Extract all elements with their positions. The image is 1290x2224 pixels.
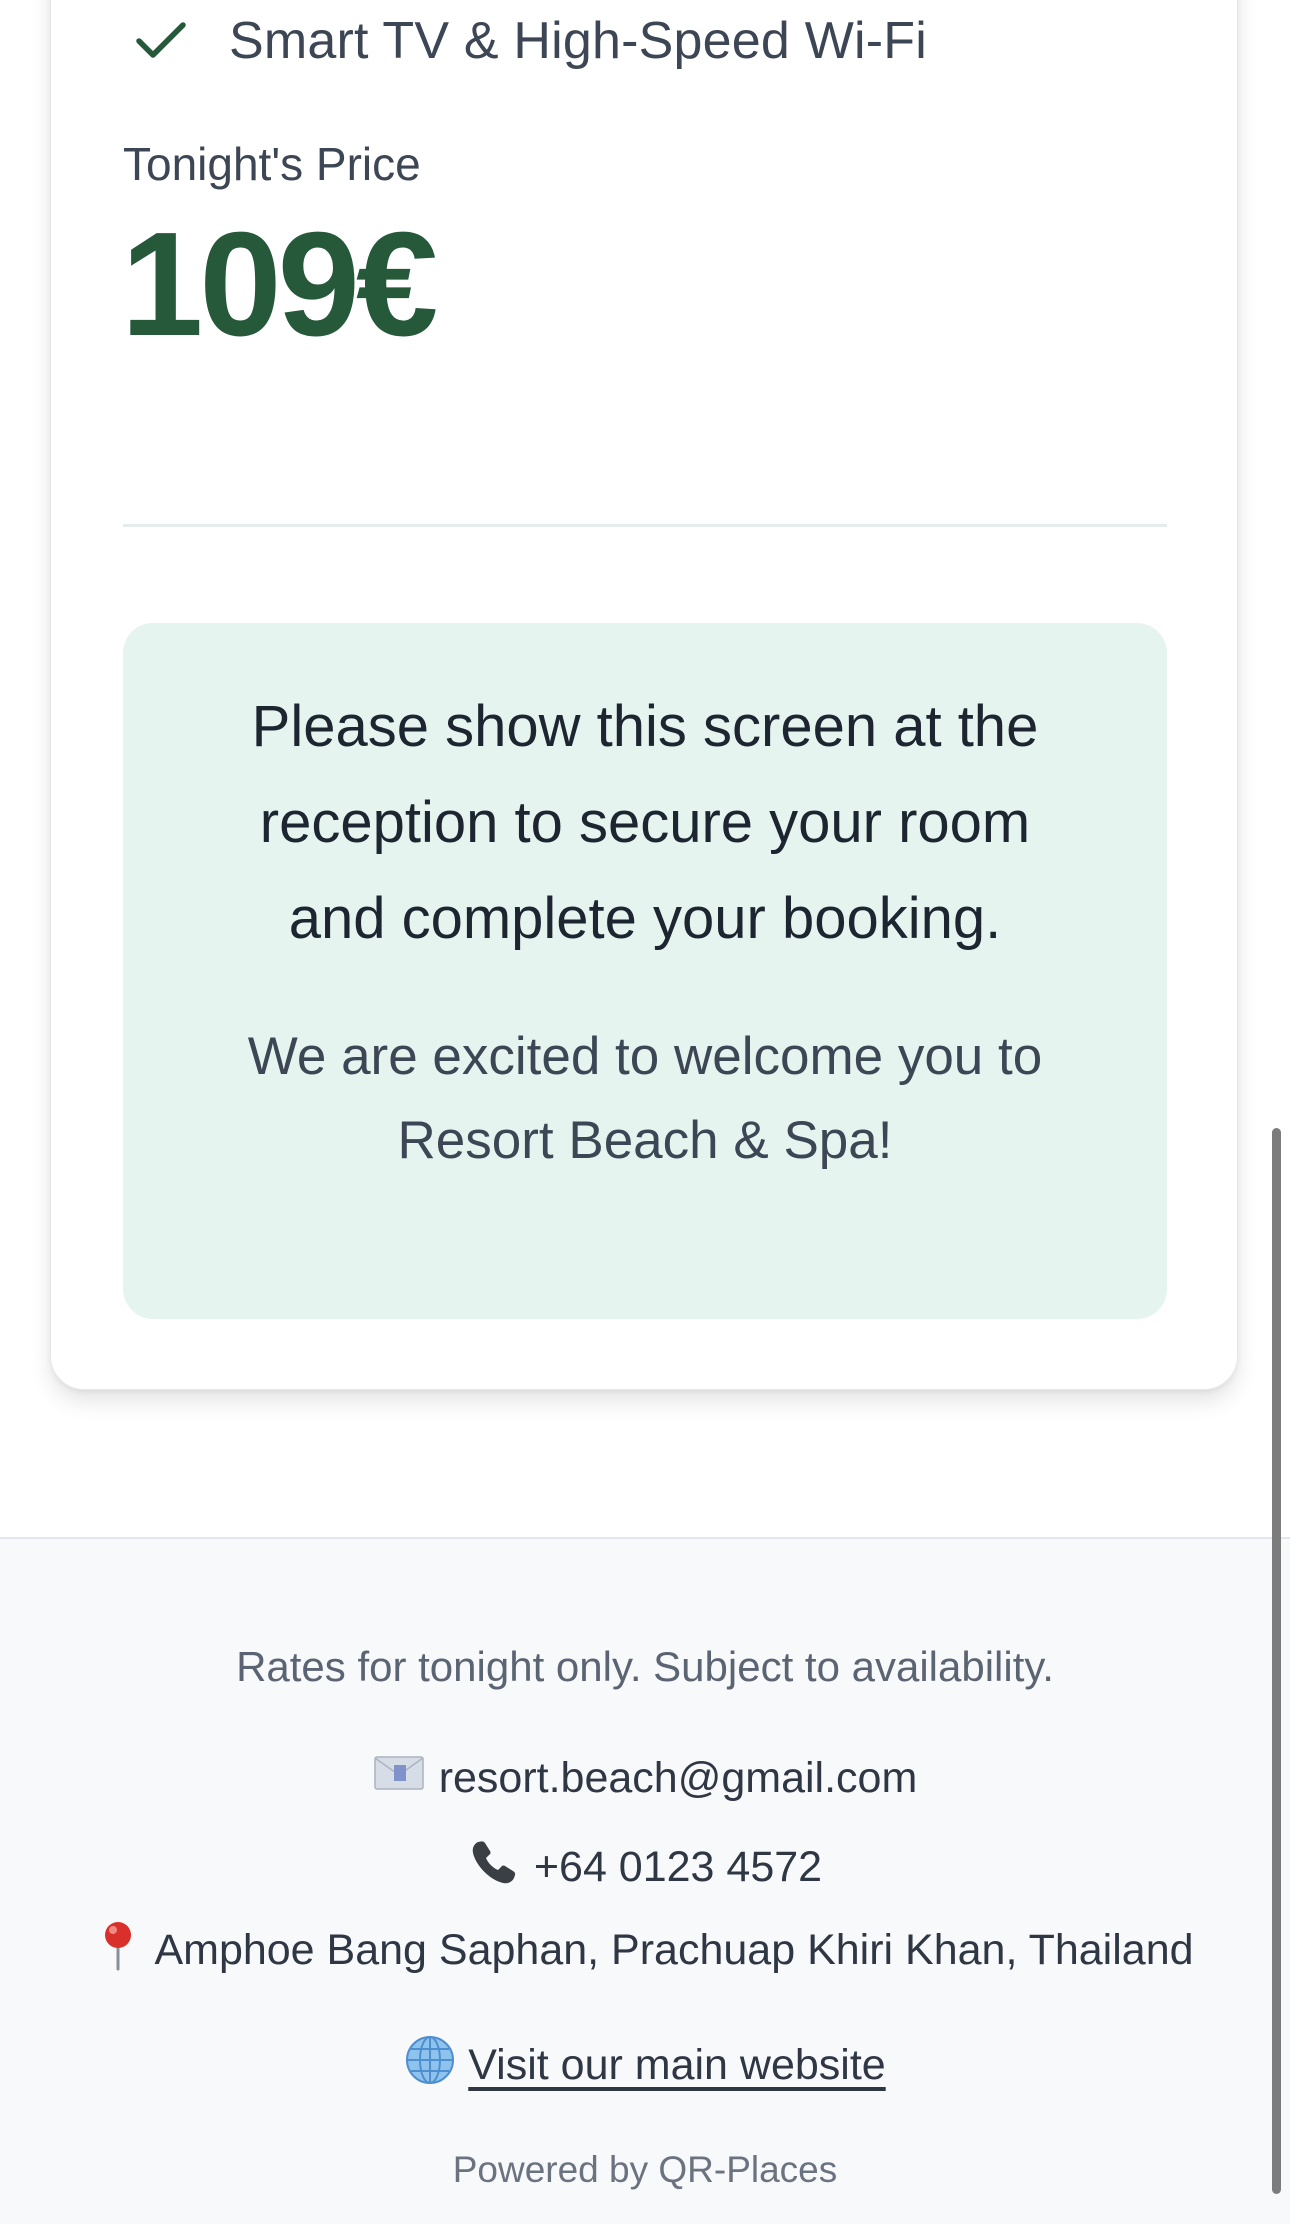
page: Smart TV & High-Speed Wi-Fi Tonight's Pr… <box>0 0 1290 2224</box>
phone-icon <box>468 1836 520 1899</box>
notice-welcome-text: We are excited to welcome you to Resort … <box>247 1027 1043 1170</box>
price-value: 109€ <box>121 202 438 367</box>
amenity-label: Smart TV & High-Speed Wi-Fi <box>229 12 927 70</box>
notice-main-text: Please show this screen at the reception… <box>251 694 1039 951</box>
email-contact: resort.beach@gmail.com <box>0 1753 1290 1804</box>
email-text[interactable]: resort.beach@gmail.com <box>439 1754 918 1803</box>
divider <box>123 524 1167 527</box>
envelope-icon <box>373 1753 425 1804</box>
globe-icon <box>404 2034 456 2097</box>
price-label: Tonight's Price <box>123 138 421 190</box>
amenity-item: Smart TV & High-Speed Wi-Fi <box>131 11 927 71</box>
footer: Rates for tonight only. Subject to avail… <box>0 1537 1290 2224</box>
booking-card: Smart TV & High-Speed Wi-Fi Tonight's Pr… <box>50 0 1238 1390</box>
phone-contact: +64 0123 4572 <box>0 1836 1290 1899</box>
website-row: Visit our main website <box>0 2034 1290 2097</box>
phone-text[interactable]: +64 0123 4572 <box>534 1843 822 1892</box>
rates-note: Rates for tonight only. Subject to avail… <box>236 1643 1054 1690</box>
check-icon <box>131 11 191 71</box>
scrollbar[interactable] <box>1272 1128 1281 2194</box>
website-label[interactable]: Visit our main website <box>468 2041 885 2090</box>
reception-notice: Please show this screen at the reception… <box>123 623 1167 1319</box>
address-text: Amphoe Bang Saphan, Prachuap Khiri Khan,… <box>154 1926 1194 1974</box>
pin-icon <box>96 1919 140 1982</box>
powered-by: Powered by QR-Places <box>452 2149 838 2190</box>
website-link[interactable]: Visit our main website <box>404 2034 886 2097</box>
address-contact: Amphoe Bang Saphan, Prachuap Khiri Khan,… <box>0 1919 1290 1982</box>
